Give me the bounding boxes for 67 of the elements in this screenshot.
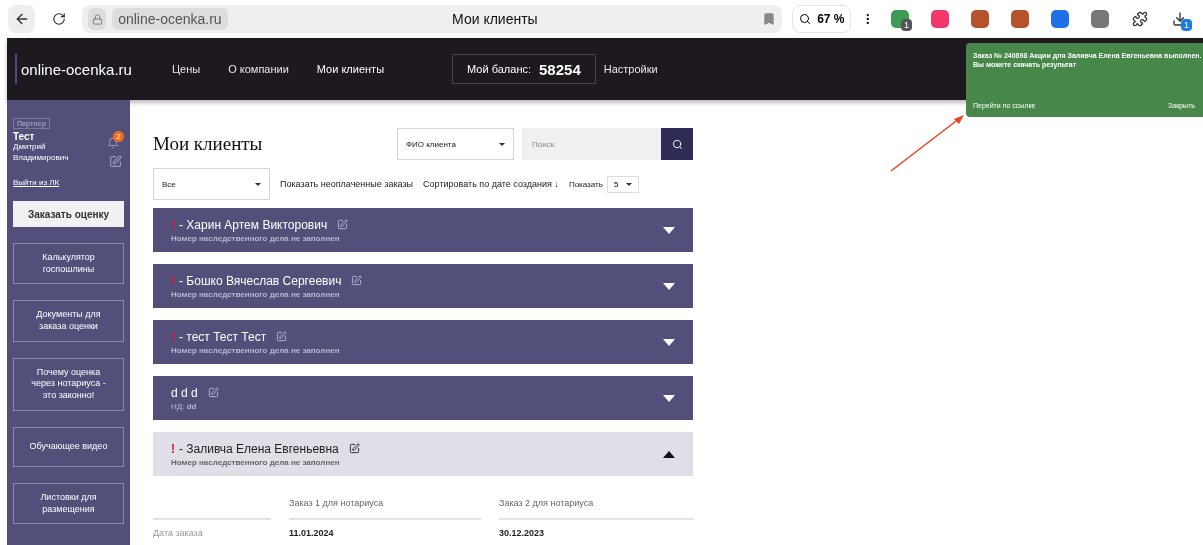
sidebar-button[interactable]: Почему оценка через нотариуса - это законно!	[13, 357, 124, 411]
unpaid-filter-link[interactable]: Показать неоплаченные заказы	[280, 179, 414, 189]
edit-icon[interactable]	[109, 155, 122, 168]
client-name: d d d	[171, 385, 198, 400]
table-cell-text: 11.01.2024	[289, 527, 335, 538]
sidebar-button[interactable]: Документы для заказа оценки	[13, 300, 124, 342]
expand-icon[interactable]	[663, 226, 675, 234]
zoom-icon	[799, 13, 812, 25]
edit-icon[interactable]	[348, 443, 360, 454]
client-card[interactable]: d d d НД: dd	[153, 376, 693, 420]
client-card[interactable]: ! - Бошко Вячеслав Сергеевич Номер наследственного дела не заполнен	[153, 264, 693, 308]
client-card[interactable]: ! - Заливча Елена Евгеньевна Номер наследственного дела не заполнен	[153, 432, 693, 476]
client-card[interactable]: ! - тест Тест Тест Номер наследственного дела не заполнен	[153, 320, 693, 364]
warning-mark: !	[171, 273, 175, 288]
user-patronymic: Дмитрий Владимирович	[13, 142, 70, 164]
nav-link[interactable]: Цены	[171, 63, 201, 75]
site-logo[interactable]: online-ocenka.ru	[15, 54, 136, 84]
column-header: Заказ 1 для нотариуса	[289, 494, 481, 520]
case-note: Номер наследственного дела не заполнен	[171, 233, 341, 243]
order-button[interactable]: Заказать оценку	[13, 201, 124, 227]
collapse-icon[interactable]	[663, 450, 675, 458]
case-note: Номер наследственного дела не заполнен	[171, 289, 341, 299]
nav-link[interactable]: О компании	[228, 63, 289, 75]
bookmark-icon[interactable]	[762, 12, 777, 26]
balance-label: Мой баланс:	[467, 63, 531, 75]
page-heading: Мои клиенты	[153, 133, 264, 155]
client-card[interactable]: ! - Харин Артем Викторович Номер наследственного дела не заполнен	[153, 208, 693, 252]
case-note: НД: dd	[171, 401, 198, 411]
sidebar-button[interactable]: Листовки для размещения	[13, 482, 124, 525]
search-field[interactable]: Поиск	[522, 128, 661, 160]
filter-dropdown[interactable]: Все	[153, 168, 270, 200]
back-button[interactable]	[8, 5, 36, 33]
address-bar[interactable]: online-ocenka.ru Мои клиенты	[82, 5, 783, 33]
page-title: Мои клиенты	[451, 11, 539, 27]
sort-link[interactable]: Сортировать по дате создания ↓	[423, 179, 559, 189]
search-icon	[671, 138, 683, 150]
client-name: - тест Тест Тест	[179, 329, 267, 344]
extension-icon[interactable]: 1	[888, 7, 912, 31]
warning-mark: !	[171, 329, 175, 344]
table-cell-text: 30.12.2023	[499, 527, 546, 538]
expand-icon[interactable]	[663, 282, 675, 290]
show-label: Показать	[568, 179, 603, 189]
client-name: - Заливча Елена Евгеньевна	[179, 441, 339, 456]
sidebar-button[interactable]: Обучающее видео	[13, 426, 124, 467]
settings-link[interactable]: Настройки	[603, 63, 658, 75]
case-note: Номер наследственного дела не заполнен	[171, 345, 340, 355]
client-name: - Харин Артем Викторович	[179, 217, 328, 232]
zoom-indicator[interactable]: 67 %	[792, 5, 852, 33]
url-text: online-ocenka.ru	[112, 8, 228, 30]
expand-icon[interactable]	[663, 338, 675, 346]
warning-mark: !	[171, 441, 175, 456]
row-label: Дата заказа	[153, 527, 204, 538]
user-name: Тест	[13, 131, 36, 142]
nav-link[interactable]: Мои клиенты	[316, 63, 385, 75]
sidebar-button[interactable]: Калькулятор госпошлины	[13, 243, 124, 285]
client-name: - Бошко Вячеслав Сергеевич	[179, 273, 342, 288]
reload-icon	[51, 12, 66, 26]
case-note: Номер наследственного дела не заполнен	[171, 457, 341, 467]
page-size-dropdown[interactable]: 5	[606, 175, 640, 193]
logout-link[interactable]: Выйти из ЛК	[13, 178, 124, 187]
warning-mark: !	[171, 217, 175, 232]
expand-icon[interactable]	[663, 394, 675, 402]
column-header: Заказ 2 для нотариуса	[499, 494, 694, 520]
search-by-dropdown[interactable]: ФИО клиента	[397, 128, 514, 160]
search-button[interactable]	[661, 128, 693, 160]
balance-value: 58254	[539, 60, 581, 78]
lock-icon	[88, 8, 107, 30]
